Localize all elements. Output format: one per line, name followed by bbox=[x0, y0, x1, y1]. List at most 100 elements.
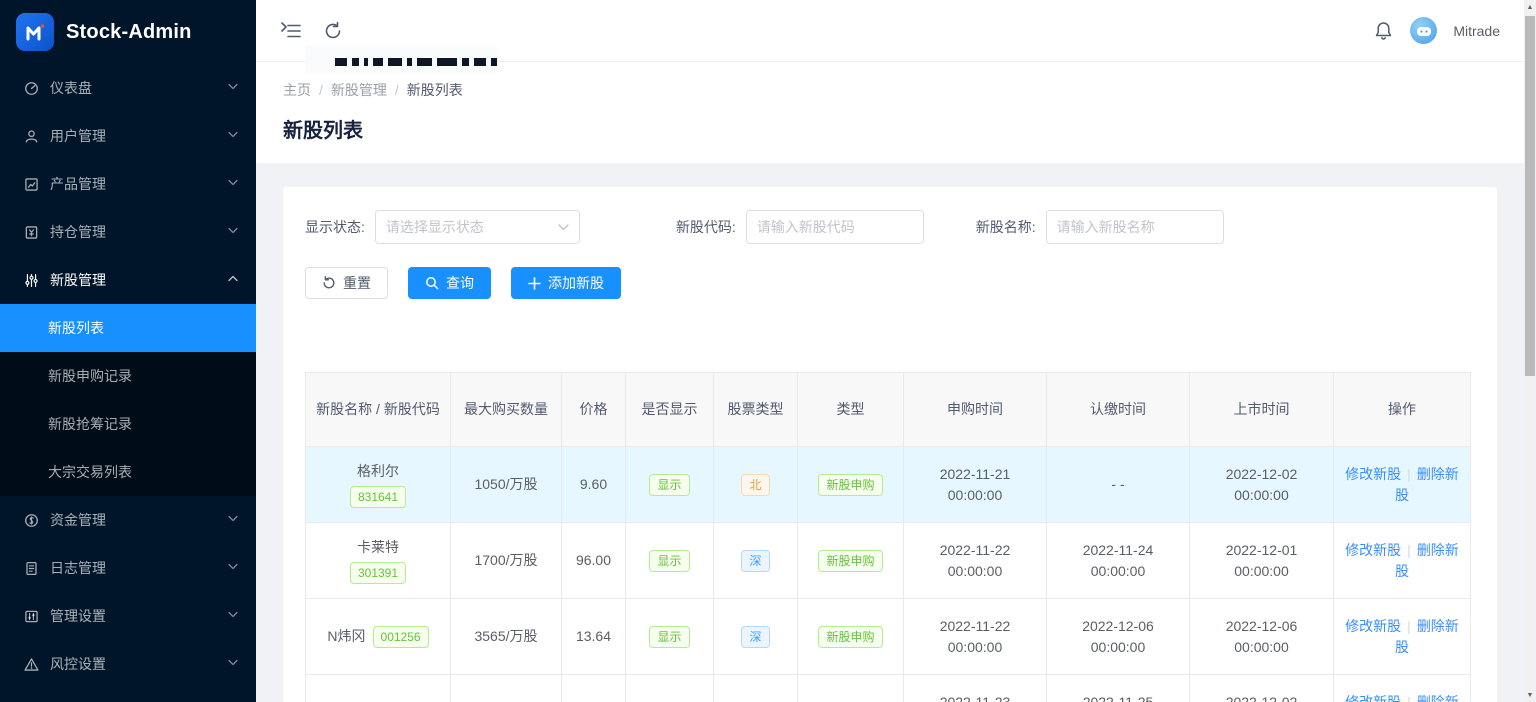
reset-button[interactable]: 重置 bbox=[305, 267, 388, 299]
cell-name-code: N炜冈001256 bbox=[306, 599, 451, 675]
sidebar-item-block-trade-list[interactable]: 大宗交易列表 bbox=[0, 448, 256, 496]
list-card: 显示状态: 请选择显示状态 新股代码: 新股名称: bbox=[283, 187, 1497, 702]
sidebar-item-new-stock-list[interactable]: 新股列表 bbox=[0, 304, 256, 352]
chevron-down-icon bbox=[228, 227, 238, 237]
table-row: N炜冈0012563565/万股13.64显示深新股申购2022-11-2200… bbox=[306, 599, 1471, 675]
sidebar-item-funds[interactable]: 资金管理 bbox=[0, 496, 256, 544]
operation-separator: | bbox=[1407, 618, 1411, 634]
sidebar-item-label: 日志管理 bbox=[50, 558, 228, 578]
collapse-sidebar-icon[interactable] bbox=[280, 20, 302, 42]
chevron-down-icon bbox=[228, 659, 238, 669]
cell-operations: 修改新股|删除新股 bbox=[1334, 447, 1471, 523]
delete-stock-link[interactable]: 删除新股 bbox=[1395, 694, 1459, 702]
breadcrumb-home[interactable]: 主页 bbox=[283, 80, 311, 100]
cell-market: 深 bbox=[714, 599, 798, 675]
time-line: 00:00:00 bbox=[1055, 561, 1181, 582]
chevron-down-icon bbox=[228, 563, 238, 573]
sidebar-item-logs[interactable]: 日志管理 bbox=[0, 544, 256, 592]
scrollbar-thumb[interactable] bbox=[1525, 16, 1535, 376]
date-line: 2022-12-02 bbox=[1198, 464, 1325, 485]
render-artifact bbox=[305, 45, 497, 73]
sidebar-item-new-stock[interactable]: 新股管理 bbox=[0, 256, 256, 304]
reset-button-label: 重置 bbox=[343, 273, 371, 293]
delete-stock-link[interactable]: 删除新股 bbox=[1395, 542, 1459, 579]
sidebar-item-risk-settings[interactable]: 风控设置 bbox=[0, 640, 256, 688]
cell-pay-time: 2022-11-2400:00:00 bbox=[1047, 523, 1190, 599]
date-line: 2022-11-23 bbox=[912, 692, 1038, 702]
edit-stock-link[interactable]: 修改新股 bbox=[1345, 694, 1401, 702]
date-line: 2022-12-06 bbox=[1055, 616, 1181, 637]
cell-type: 新股申购 bbox=[798, 447, 904, 523]
sidebar-subitem-label: 新股申购记录 bbox=[48, 366, 132, 386]
sidebar-submenu-new-stock: 新股列表新股申购记录新股抢筹记录大宗交易列表 bbox=[0, 304, 256, 496]
breadcrumb-separator: / bbox=[395, 82, 399, 98]
cell-type: 新股申购 bbox=[798, 599, 904, 675]
column-header: 申购时间 bbox=[904, 373, 1047, 447]
vertical-scrollbar[interactable]: ▲ ▼ bbox=[1524, 0, 1536, 702]
plus-icon bbox=[528, 277, 541, 290]
sidebar-item-subscription-records[interactable]: 新股申购记录 bbox=[0, 352, 256, 400]
breadcrumb-new-stock-mgmt[interactable]: 新股管理 bbox=[331, 80, 387, 100]
sidebar-item-label: 持仓管理 bbox=[50, 222, 228, 242]
badge-green: 显示 bbox=[649, 550, 689, 572]
name-input[interactable] bbox=[1046, 210, 1224, 244]
operation-separator: | bbox=[1407, 694, 1411, 702]
search-button-label: 查询 bbox=[446, 273, 474, 293]
cell-list-time: 2022-12-0200:00:00 bbox=[1190, 675, 1334, 702]
date-line: 2022-11-22 bbox=[912, 616, 1038, 637]
badge-green: 831641 bbox=[350, 486, 406, 508]
badge-green: 001256 bbox=[373, 626, 429, 648]
brand[interactable]: Stock-Admin bbox=[0, 0, 256, 64]
dashboard-icon bbox=[24, 81, 39, 96]
sidebar-item-label: 风控设置 bbox=[50, 654, 228, 674]
sidebar-item-grab-records[interactable]: 新股抢筹记录 bbox=[0, 400, 256, 448]
cell-market: 北 bbox=[714, 447, 798, 523]
status-select[interactable]: 请选择显示状态 bbox=[375, 210, 580, 244]
column-header: 股票类型 bbox=[714, 373, 798, 447]
sidebar-item-positions[interactable]: 持仓管理 bbox=[0, 208, 256, 256]
sidebar-item-admin-settings[interactable]: 管理设置 bbox=[0, 592, 256, 640]
refresh-icon[interactable] bbox=[322, 20, 344, 42]
date-line: 2022-11-21 bbox=[912, 464, 1038, 485]
date-line: 2022-11-24 bbox=[1055, 540, 1181, 561]
funds-icon bbox=[24, 513, 39, 528]
column-header: 新股名称 / 新股代码 bbox=[306, 373, 451, 447]
badge-blue: 深 bbox=[741, 626, 769, 648]
scroll-up-arrow-icon[interactable]: ▲ bbox=[1524, 0, 1536, 14]
column-header: 最大购买数量 bbox=[451, 373, 562, 447]
notifications-bell-icon[interactable] bbox=[1372, 20, 1394, 42]
delete-stock-link[interactable]: 删除新股 bbox=[1395, 618, 1459, 655]
scroll-down-arrow-icon[interactable]: ▼ bbox=[1524, 688, 1536, 702]
edit-stock-link[interactable]: 修改新股 bbox=[1345, 618, 1401, 634]
sidebar-item-users[interactable]: 用户管理 bbox=[0, 112, 256, 160]
column-header: 上市时间 bbox=[1190, 373, 1334, 447]
logs-icon bbox=[24, 561, 39, 576]
cell-pay-time: - - bbox=[1047, 447, 1190, 523]
date-line: 2022-11-25 bbox=[1055, 692, 1181, 702]
time-line: 00:00:00 bbox=[912, 637, 1038, 658]
edit-stock-link[interactable]: 修改新股 bbox=[1345, 466, 1401, 482]
sidebar-subitem-label: 大宗交易列表 bbox=[48, 462, 132, 482]
add-stock-button[interactable]: 添加新股 bbox=[511, 267, 621, 299]
new-stock-icon bbox=[24, 273, 39, 288]
delete-stock-link[interactable]: 删除新股 bbox=[1395, 466, 1459, 503]
code-input[interactable] bbox=[746, 210, 924, 244]
column-header: 操作 bbox=[1334, 373, 1471, 447]
name-code-wrap: N炜冈001256 bbox=[314, 626, 442, 648]
user-avatar[interactable] bbox=[1410, 17, 1437, 44]
sidebar-menu: 仪表盘用户管理产品管理持仓管理新股管理新股列表新股申购记录新股抢筹记录大宗交易列… bbox=[0, 64, 256, 688]
time-line: 00:00:00 bbox=[1198, 485, 1325, 506]
main-area: Mitrade 主页 / 新股管理 / 新股列表 新股列表 显示状态: 请选 bbox=[256, 0, 1524, 702]
operation-separator: | bbox=[1407, 542, 1411, 558]
username[interactable]: Mitrade bbox=[1453, 23, 1500, 39]
cell-operations: 修改新股 |删除新股 bbox=[1334, 675, 1471, 702]
reset-icon bbox=[322, 276, 336, 290]
sidebar-item-products[interactable]: 产品管理 bbox=[0, 160, 256, 208]
sidebar-item-dashboard[interactable]: 仪表盘 bbox=[0, 64, 256, 112]
cell-price: 78.89 bbox=[562, 675, 626, 702]
page-header: 主页 / 新股管理 / 新股列表 新股列表 bbox=[256, 62, 1524, 163]
cell-subscribe-time: 2022-11-2200:00:00 bbox=[904, 599, 1047, 675]
time-line: 00:00:00 bbox=[1198, 637, 1325, 658]
search-button[interactable]: 查询 bbox=[408, 267, 491, 299]
edit-stock-link[interactable]: 修改新股 bbox=[1345, 542, 1401, 558]
